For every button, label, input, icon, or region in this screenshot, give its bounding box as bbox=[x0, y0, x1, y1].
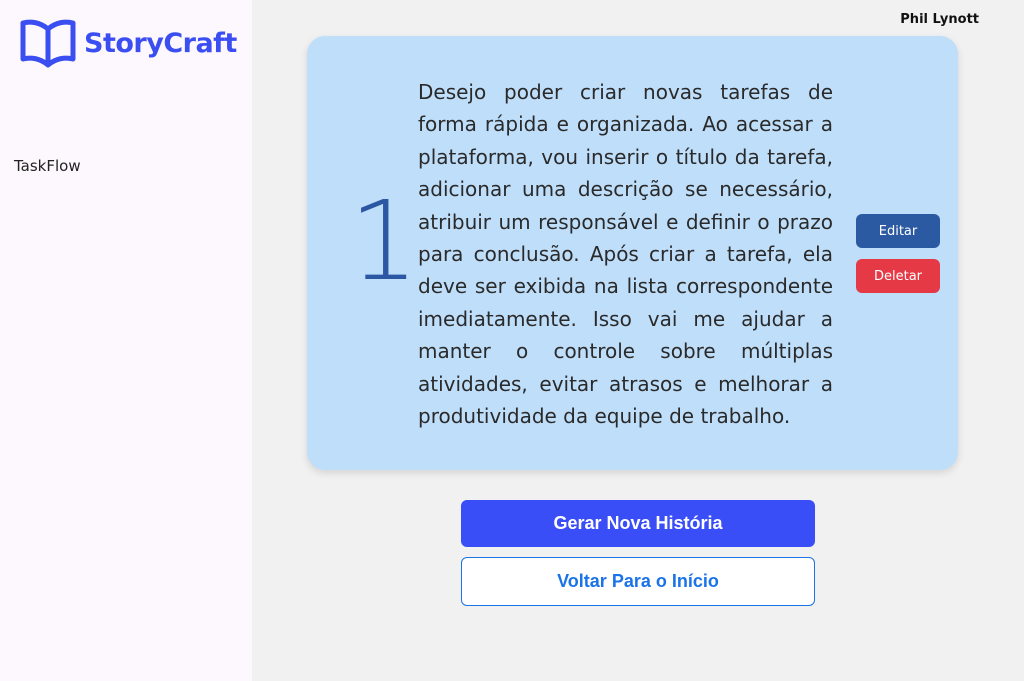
back-to-home-button[interactable]: Voltar Para o Início bbox=[461, 557, 815, 606]
story-card: 1 Desejo poder criar novas tarefas de fo… bbox=[307, 36, 958, 470]
sidebar-item-taskflow[interactable]: TaskFlow bbox=[14, 157, 81, 175]
app-name: StoryCraft bbox=[84, 27, 237, 59]
app-logo[interactable]: StoryCraft bbox=[20, 17, 237, 69]
sidebar: StoryCraft TaskFlow bbox=[0, 0, 252, 681]
user-name[interactable]: Phil Lynott bbox=[900, 12, 979, 27]
open-book-icon bbox=[20, 19, 76, 68]
story-number: 1 bbox=[349, 177, 419, 305]
delete-button[interactable]: Deletar bbox=[856, 259, 940, 293]
edit-button[interactable]: Editar bbox=[856, 214, 940, 248]
generate-story-button[interactable]: Gerar Nova História bbox=[461, 500, 815, 547]
story-text: Desejo poder criar novas tarefas de form… bbox=[418, 80, 833, 429]
